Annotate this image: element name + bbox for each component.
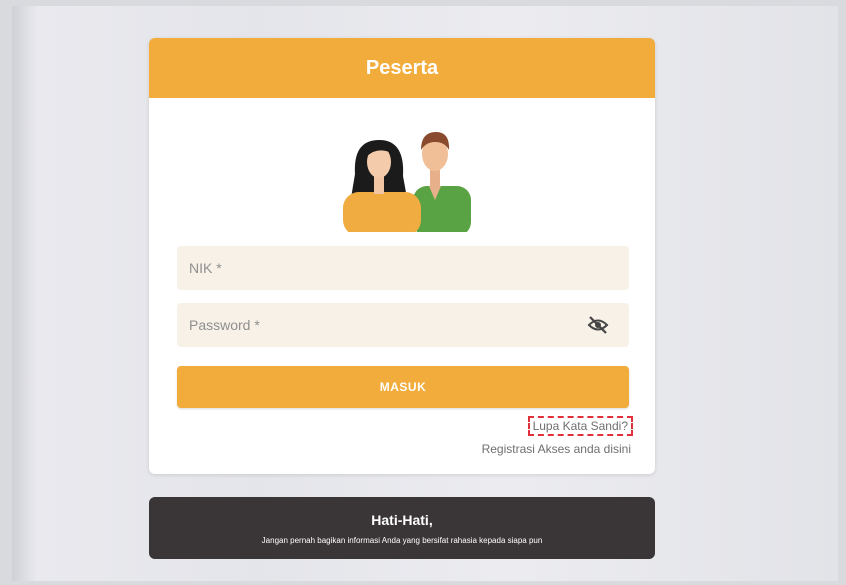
- eye-off-icon[interactable]: [587, 315, 609, 335]
- card-title: Peserta: [365, 56, 439, 79]
- forgot-password-link[interactable]: Lupa Kata Sandi?: [527, 416, 633, 436]
- card-header: Peserta: [149, 38, 655, 98]
- password-placeholder: Password *: [189, 317, 260, 333]
- nik-input[interactable]: NIK *: [177, 246, 629, 290]
- login-card: Peserta NIK * Password * MASUK Lupa Kata…: [149, 38, 655, 474]
- warning-text: Jangan pernah bagikan informasi Anda yan…: [261, 535, 543, 545]
- warning-title: Hati-Hati,: [371, 511, 433, 528]
- warning-banner: Hati-Hati, Jangan pernah bagikan informa…: [149, 497, 655, 559]
- register-link[interactable]: Registrasi Akses anda disini: [482, 442, 631, 456]
- two-people-illustration: [343, 132, 471, 232]
- password-input[interactable]: Password *: [177, 303, 629, 347]
- login-button[interactable]: MASUK: [177, 366, 629, 408]
- nik-placeholder: NIK *: [189, 260, 222, 276]
